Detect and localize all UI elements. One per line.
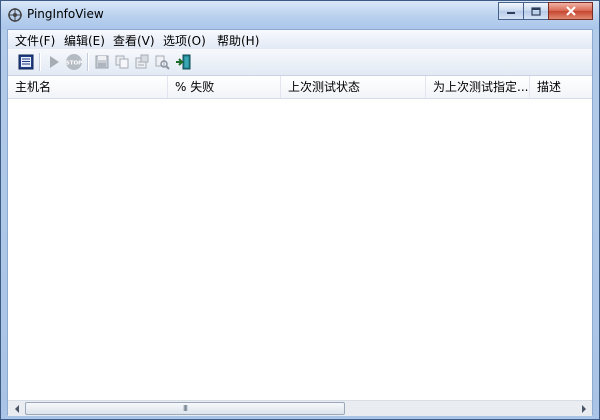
- column-header-failed-percent[interactable]: % 失败: [168, 76, 281, 98]
- play-button[interactable]: [44, 52, 64, 72]
- list-icon: [18, 54, 34, 70]
- scrollbar-thumb[interactable]: III: [25, 402, 345, 415]
- window-title: PingInfoView: [27, 7, 104, 21]
- close-button[interactable]: [548, 2, 593, 20]
- stop-icon-label: STOP: [66, 61, 82, 67]
- maximize-button[interactable]: [523, 2, 549, 20]
- properties-icon: [135, 54, 149, 69]
- window-controls: [498, 2, 593, 21]
- find-button[interactable]: [152, 52, 172, 72]
- save-icon: [95, 55, 109, 69]
- stop-button[interactable]: STOP: [64, 52, 84, 72]
- stop-icon: STOP: [66, 54, 82, 70]
- exit-button[interactable]: [174, 52, 194, 72]
- toolbar-separator: [87, 53, 89, 71]
- column-header-description[interactable]: 描述: [530, 76, 592, 98]
- list-button[interactable]: [16, 52, 36, 72]
- scrollbar-grip: III: [182, 404, 188, 413]
- menu-edit[interactable]: 编辑(E): [61, 32, 108, 49]
- find-icon: [155, 55, 170, 70]
- scroll-left-button[interactable]: [8, 401, 25, 416]
- title-bar[interactable]: PingInfoView: [1, 1, 599, 29]
- left-arrow-icon: [14, 404, 19, 413]
- list-header: 主机名 % 失败 上次测试状态 为上次测试指定... 描述: [8, 76, 592, 99]
- client-area: 文件(F) 编辑(E) 查看(V) 选项(O) 帮助(H) STOP 主机名 %…: [7, 29, 593, 416]
- horizontal-scrollbar[interactable]: III: [8, 400, 592, 416]
- save-button[interactable]: [92, 52, 112, 72]
- minimize-button[interactable]: [498, 2, 524, 20]
- app-window: PingInfoView 文件(F) 编辑(E) 查看(V) 选项(O) 帮助(…: [0, 0, 600, 420]
- copy-button[interactable]: [112, 52, 132, 72]
- play-icon: [50, 56, 59, 68]
- toolbar: STOP: [8, 49, 592, 76]
- toolbar-separator: [39, 53, 41, 71]
- exit-icon: [176, 54, 191, 70]
- app-icon: [8, 8, 22, 22]
- scroll-right-button[interactable]: [575, 401, 592, 416]
- right-arrow-icon: [581, 404, 586, 413]
- menu-options[interactable]: 选项(O): [160, 32, 209, 49]
- column-header-hostname[interactable]: 主机名: [8, 76, 168, 98]
- menu-file[interactable]: 文件(F): [12, 32, 58, 49]
- host-list[interactable]: [8, 99, 592, 399]
- menu-help[interactable]: 帮助(H): [214, 32, 262, 49]
- properties-button[interactable]: [132, 52, 152, 72]
- menu-view[interactable]: 查看(V): [110, 32, 158, 49]
- column-header-last-test-time[interactable]: 为上次测试指定...: [426, 76, 530, 98]
- minimize-icon: [507, 12, 515, 14]
- menu-bar: 文件(F) 编辑(E) 查看(V) 选项(O) 帮助(H): [8, 30, 592, 50]
- maximize-icon: [531, 6, 541, 16]
- column-header-last-status[interactable]: 上次测试状态: [281, 76, 426, 98]
- copy-icon: [115, 55, 129, 69]
- close-icon: [565, 6, 576, 16]
